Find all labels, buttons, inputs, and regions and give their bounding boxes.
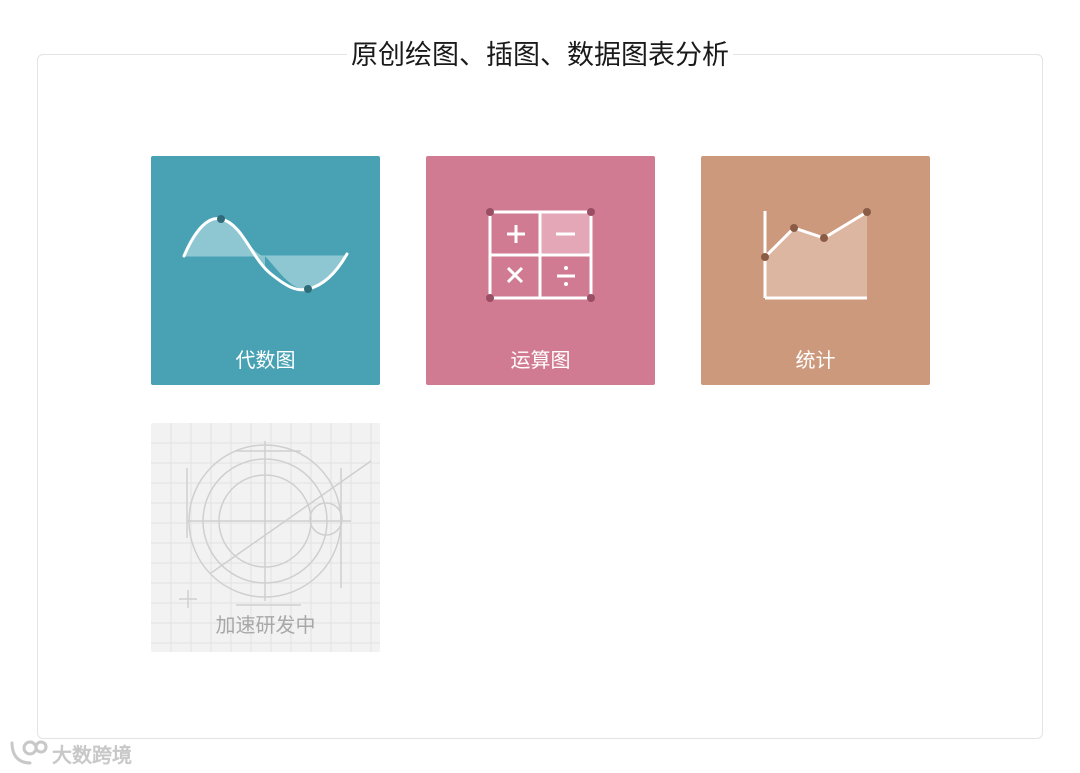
page-title: 原创绘图、插图、数据图表分析 (0, 36, 1080, 76)
tile-in-development: 加速研发中 (151, 423, 380, 652)
bird-logo-icon (10, 740, 48, 765)
tile-label: 加速研发中 (215, 613, 316, 637)
tile-algebra[interactable]: 代数图 (151, 156, 380, 385)
watermark-text: 大数跨境 (52, 742, 132, 767)
tile-label: 运算图 (510, 348, 571, 372)
tile-stats[interactable]: 统计 (701, 156, 930, 385)
tile-label: 代数图 (235, 348, 296, 372)
tile-label: 统计 (795, 348, 836, 372)
watermark: 大数跨境 (8, 736, 132, 770)
tile-operation[interactable]: 运算图 (426, 156, 655, 385)
page: 原创绘图、插图、数据图表分析 代数图 运算图 统计 加速研发中 大数跨境 (0, 0, 1080, 773)
